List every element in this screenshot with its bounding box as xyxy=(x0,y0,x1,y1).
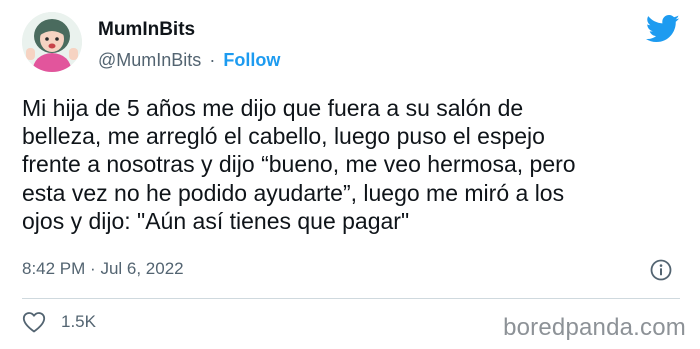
like-count: 1.5K xyxy=(61,312,96,331)
twitter-bird-icon[interactable] xyxy=(646,14,680,44)
avatar[interactable] xyxy=(22,12,82,72)
author-display-name[interactable]: MumInBits xyxy=(98,19,195,41)
heart-icon[interactable] xyxy=(22,311,46,333)
like-button[interactable]: 1.5K xyxy=(22,311,96,333)
info-icon[interactable] xyxy=(649,258,673,282)
handle-separator: · xyxy=(209,50,216,70)
follow-button[interactable]: Follow xyxy=(223,50,280,70)
tweet-timestamp[interactable]: 8:42 PM · Jul 6, 2022 xyxy=(22,259,184,279)
tweet-text: Mi hija de 5 años me dijo que fuera a su… xyxy=(22,95,576,234)
author-handle-row: @MumInBits · Follow xyxy=(98,50,280,71)
author-handle[interactable]: @MumInBits xyxy=(98,50,201,70)
divider xyxy=(22,298,680,299)
tweet-time[interactable]: 8:42 PM xyxy=(22,259,85,278)
watermark: boredpanda.com xyxy=(503,314,686,341)
tweet-date[interactable]: Jul 6, 2022 xyxy=(100,259,183,278)
date-separator: · xyxy=(90,259,96,278)
